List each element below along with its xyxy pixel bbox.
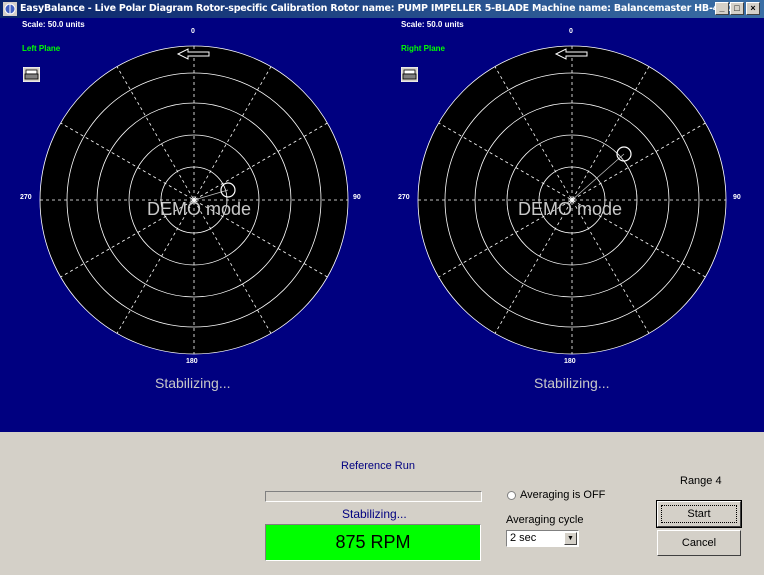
close-button[interactable]: × bbox=[746, 2, 760, 15]
left-deg-180: 180 bbox=[186, 358, 198, 365]
app-icon bbox=[3, 2, 17, 16]
rpm-display: 875 RPM bbox=[265, 524, 481, 561]
left-deg-0: 0 bbox=[191, 28, 195, 35]
right-demo-mode-label: DEMO mode bbox=[518, 199, 623, 219]
chevron-down-icon[interactable]: ▼ bbox=[564, 532, 577, 545]
range-label: Range 4 bbox=[680, 475, 722, 487]
bottom-status-label: Stabilizing... bbox=[342, 507, 407, 521]
window-title: EasyBalance - Live Polar Diagram Rotor-s… bbox=[20, 3, 732, 14]
left-scale-label: Scale: 50.0 units bbox=[22, 20, 85, 29]
left-status-label: Stabilizing... bbox=[155, 375, 231, 391]
right-deg-270: 270 bbox=[398, 194, 410, 201]
title-bar[interactable]: EasyBalance - Live Polar Diagram Rotor-s… bbox=[0, 0, 764, 18]
minimize-button[interactable]: _ bbox=[715, 2, 729, 15]
left-demo-mode-label: DEMO mode bbox=[147, 199, 252, 219]
averaging-cycle-select[interactable]: 2 sec ▼ bbox=[506, 530, 579, 547]
run-type-label: Reference Run bbox=[341, 460, 415, 472]
averaging-radio[interactable] bbox=[507, 491, 516, 500]
start-button[interactable]: Start bbox=[656, 500, 742, 528]
progress-bar bbox=[265, 491, 482, 502]
averaging-cycle-value: 2 sec bbox=[510, 532, 537, 544]
cancel-button[interactable]: Cancel bbox=[657, 530, 741, 556]
right-deg-90: 90 bbox=[733, 194, 741, 201]
left-deg-270: 270 bbox=[20, 194, 32, 201]
right-deg-0: 0 bbox=[569, 28, 573, 35]
focus-indicator bbox=[661, 505, 737, 523]
averaging-cycle-label: Averaging cycle bbox=[506, 514, 584, 526]
cancel-button-label: Cancel bbox=[681, 537, 717, 549]
averaging-label: Averaging is OFF bbox=[520, 489, 606, 501]
left-deg-90: 90 bbox=[353, 194, 361, 201]
right-status-label: Stabilizing... bbox=[534, 375, 610, 391]
maximize-button[interactable]: □ bbox=[730, 2, 744, 15]
right-scale-label: Scale: 50.0 units bbox=[401, 20, 464, 29]
polar-display-area: Scale: 50.0 units Left Plane 0 90 180 27… bbox=[0, 18, 764, 432]
right-deg-180: 180 bbox=[564, 358, 576, 365]
